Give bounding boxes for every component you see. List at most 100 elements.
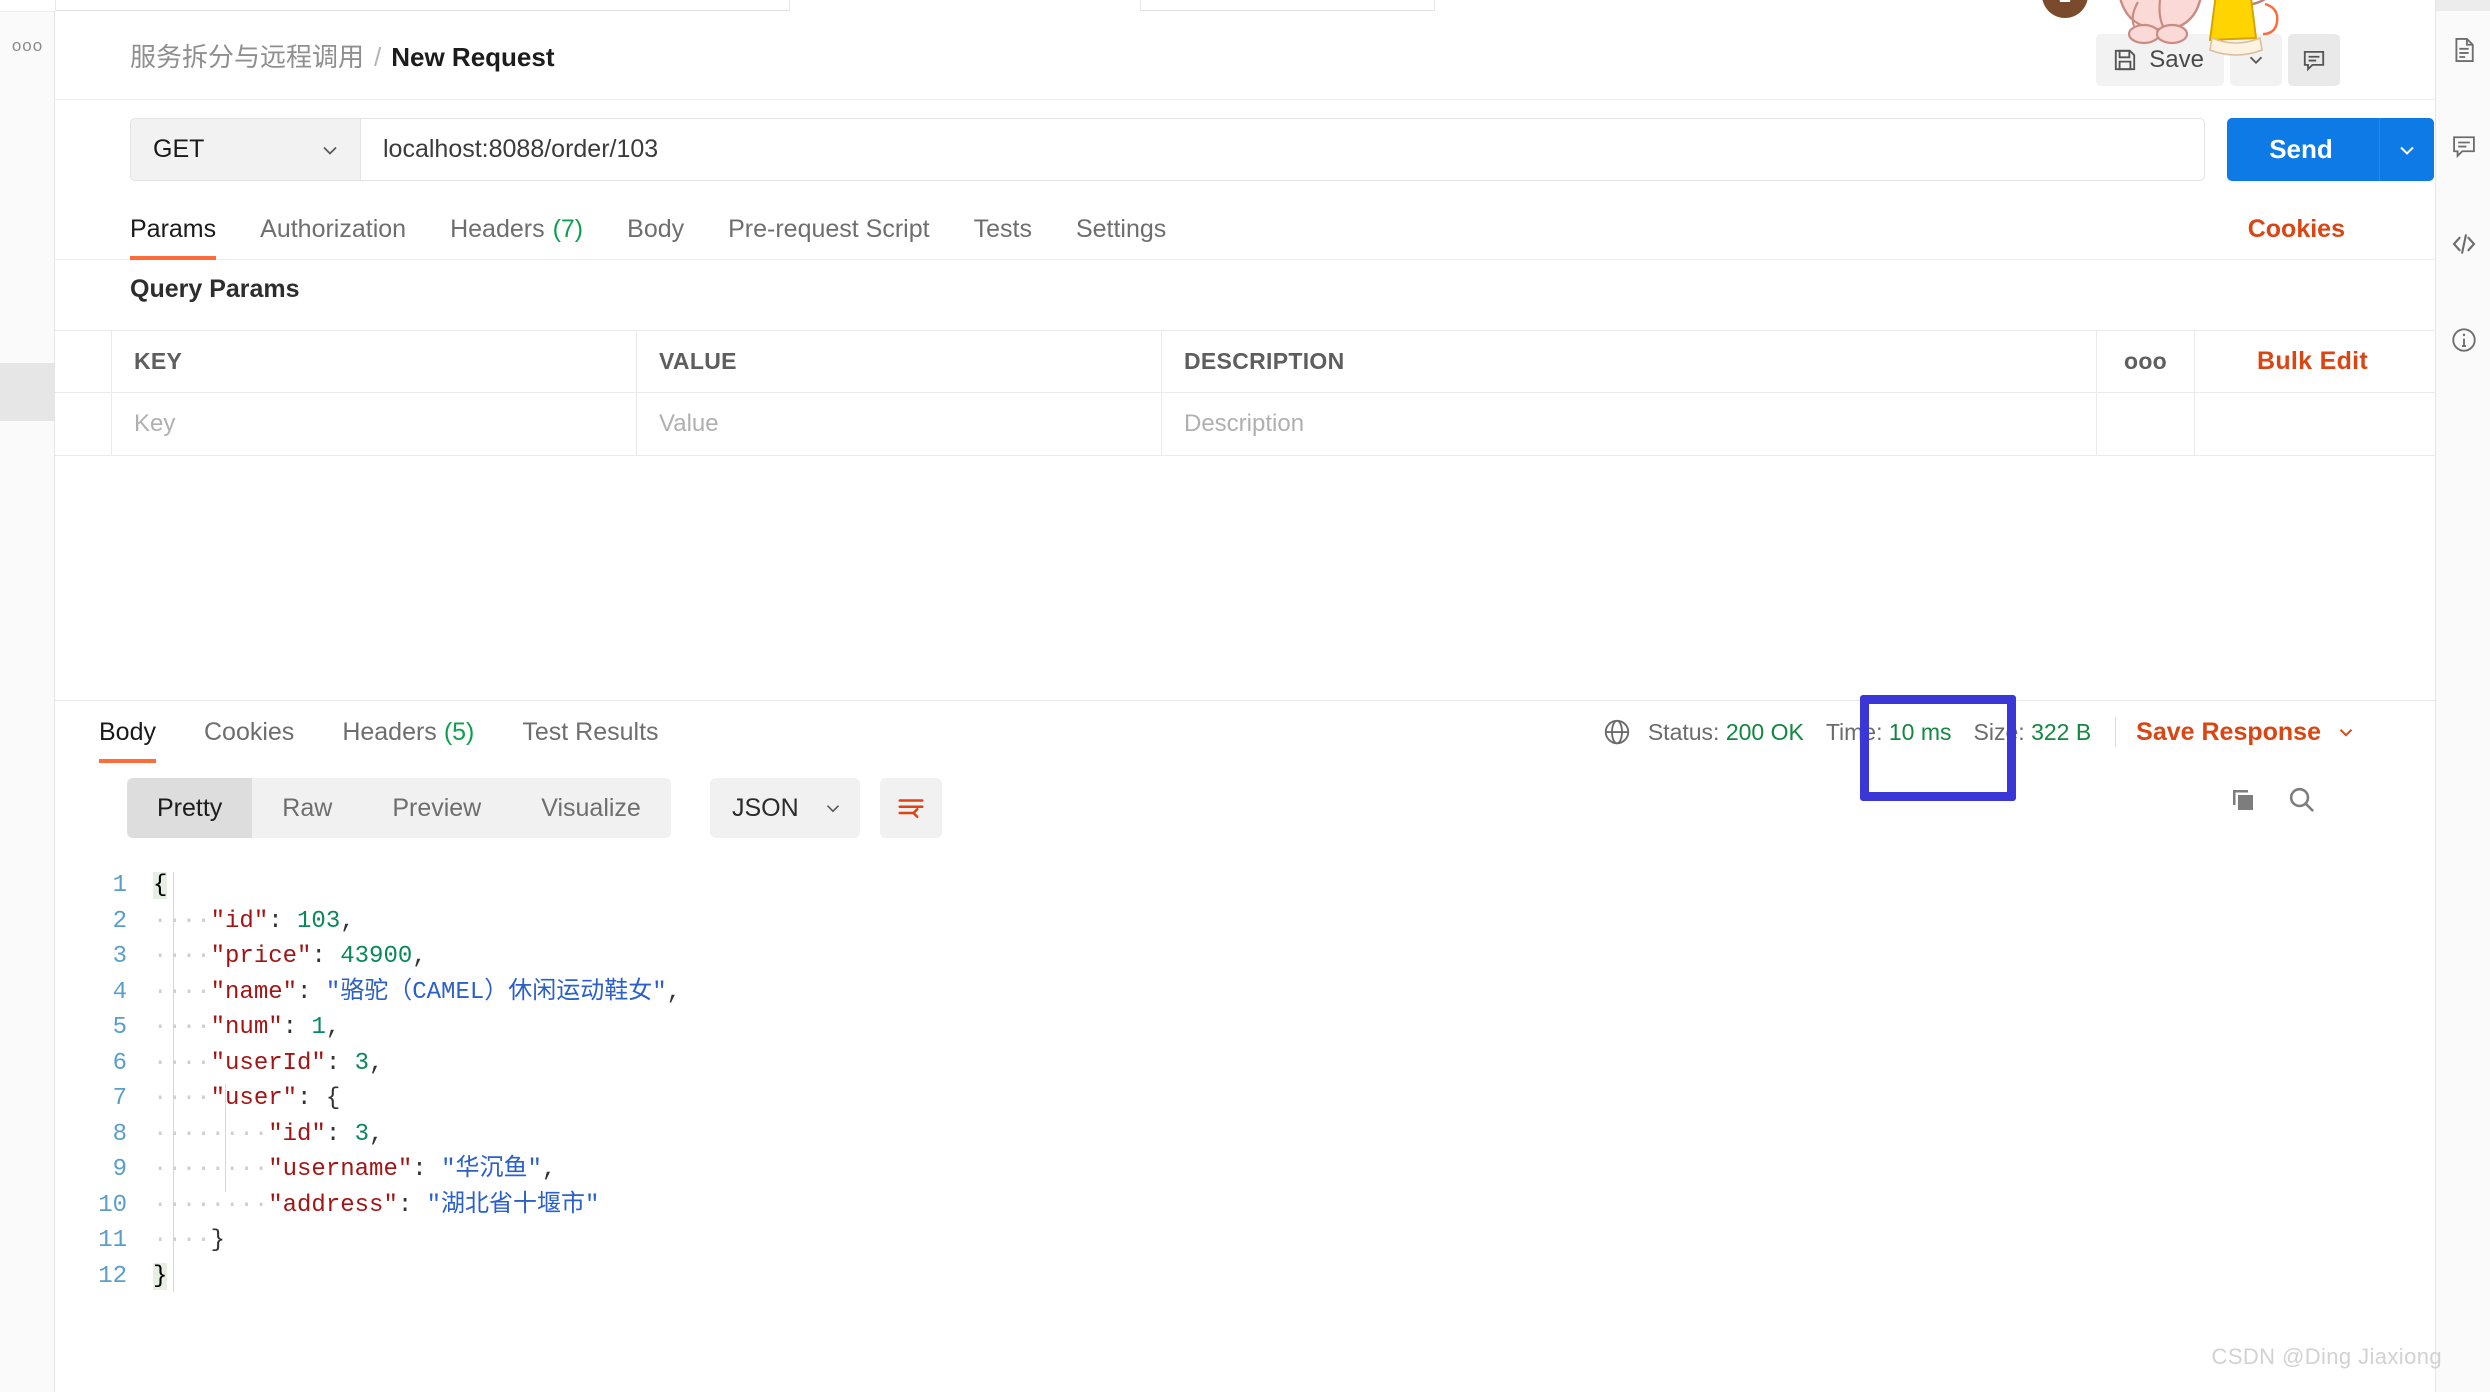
tab-headers-label: Headers	[450, 214, 545, 243]
send-options-caret[interactable]	[2379, 118, 2434, 181]
bulk-edit-cell: Bulk Edit	[2195, 331, 2430, 392]
response-format-select[interactable]: JSON	[710, 778, 860, 838]
code-token: :	[297, 978, 326, 1006]
send-button-label: Send	[2269, 134, 2333, 164]
code-token: :	[282, 1014, 312, 1041]
response-tab-test-results[interactable]: Test Results	[498, 701, 682, 763]
query-params-more-icon[interactable]: ooo	[2097, 331, 2195, 392]
tab-params[interactable]: Params	[130, 198, 238, 260]
code-token: "湖北省十堰市"	[426, 1191, 600, 1219]
tab-settings-label: Settings	[1075, 214, 1167, 243]
code-token: ,	[412, 943, 427, 970]
column-header-key: KEY	[112, 331, 637, 392]
code-line-content: ····}	[145, 1223, 225, 1259]
comment-button[interactable]	[2288, 34, 2340, 86]
response-body-code[interactable]: 1{2 ····"id": 103, 3 ····"price": 43900, 4 ··…	[55, 868, 2385, 1348]
size-value: 322 B	[2031, 718, 2092, 745]
wrap-lines-button[interactable]	[880, 778, 942, 838]
save-dropdown-button[interactable]	[2230, 34, 2282, 86]
response-tab-cookies[interactable]: Cookies	[180, 701, 318, 763]
indent-dots: ····	[153, 1227, 211, 1254]
response-meta: Status: 200 OK Time: 10 ms Size: 322 B S…	[1602, 701, 2357, 763]
query-params-header-row: KEY VALUE DESCRIPTION ooo Bulk Edit	[55, 331, 2490, 393]
view-mode-pretty[interactable]: Pretty	[127, 778, 253, 838]
view-mode-preview-label: Preview	[392, 793, 482, 822]
tab-remnant-right[interactable]	[1140, 0, 1435, 11]
code-line: 11 ····}	[55, 1223, 2385, 1259]
code-line-content: ········"username": "华沉鱼",	[145, 1152, 556, 1188]
code-token: 1	[311, 1014, 326, 1041]
code-token: "username"	[268, 1156, 413, 1183]
copy-button[interactable]	[2228, 785, 2258, 815]
bulk-edit-button[interactable]: Bulk Edit	[2257, 347, 2368, 376]
tab-authorization-label: Authorization	[260, 214, 407, 243]
param-key-input[interactable]: Key	[112, 393, 637, 455]
tab-pre-request-script[interactable]: Pre-request Script	[706, 198, 951, 260]
documentation-icon	[2450, 36, 2478, 64]
code-line-content: ····"user": {	[145, 1081, 340, 1117]
view-mode-raw[interactable]: Raw	[252, 778, 362, 838]
save-response-button[interactable]: Save Response	[2136, 718, 2357, 747]
time-meta: Time: 10 ms	[1826, 719, 1952, 746]
table-row: Key Value Description	[55, 393, 2490, 455]
code-token: ,	[340, 907, 355, 935]
info-button[interactable]	[2436, 312, 2490, 367]
indent-dots: ····	[153, 978, 211, 1006]
row-checkbox-cell[interactable]	[55, 393, 112, 455]
tab-remnant-left[interactable]	[55, 0, 790, 11]
view-mode-visualize[interactable]: Visualize	[511, 778, 671, 838]
view-mode-visualize-label: Visualize	[541, 793, 641, 822]
search-button[interactable]	[2286, 784, 2317, 815]
comments-button[interactable]	[2436, 118, 2490, 173]
code-token: 3	[354, 1120, 370, 1148]
view-mode-pretty-label: Pretty	[157, 793, 223, 822]
status-value: 200 OK	[1725, 718, 1804, 745]
code-snippet-button[interactable]	[2436, 216, 2490, 271]
param-description-input[interactable]: Description	[1162, 393, 2097, 455]
tab-headers[interactable]: Headers (7)	[428, 198, 605, 260]
response-format-value: JSON	[732, 793, 799, 822]
tab-tests[interactable]: Tests	[952, 198, 1054, 260]
tab-settings[interactable]: Settings	[1054, 198, 1188, 260]
code-line: 4 ····"name": "骆驼（CAMEL）休闲运动鞋女",	[55, 975, 2385, 1011]
code-token: "id"	[210, 907, 269, 935]
tab-authorization[interactable]: Authorization	[238, 198, 428, 260]
code-token: }	[153, 1262, 168, 1290]
view-mode-preview[interactable]: Preview	[362, 778, 511, 838]
code-line: 5 ····"num": 1,	[55, 1010, 2385, 1046]
code-token: "user"	[210, 1085, 298, 1112]
meta-divider	[2115, 717, 2117, 747]
url-input[interactable]: localhost:8088/order/103	[360, 118, 2205, 181]
tab-pre-request-script-label: Pre-request Script	[728, 214, 930, 243]
response-tab-headers[interactable]: Headers (5)	[318, 701, 498, 763]
send-button[interactable]: Send	[2227, 118, 2434, 181]
breadcrumb-collection[interactable]: 服务拆分与远程调用	[130, 42, 364, 72]
code-token: {	[325, 1085, 341, 1112]
url-bar-row: GET localhost:8088/order/103 Send	[55, 100, 2435, 198]
documentation-button[interactable]	[2436, 22, 2490, 77]
code-token: "userId"	[210, 1049, 326, 1077]
response-tab-body[interactable]: Body	[75, 701, 180, 763]
response-tab-test-results-label: Test Results	[522, 717, 659, 746]
code-token: ,	[369, 1120, 384, 1148]
save-button[interactable]: Save	[2096, 34, 2224, 86]
info-icon	[2450, 326, 2478, 354]
left-rail-more-icon[interactable]: ooo	[0, 36, 55, 56]
code-token: ,	[541, 1156, 557, 1183]
request-tabs-list: Params Authorization Headers (7) Body Pr…	[130, 198, 1188, 260]
line-number: 10	[98, 1191, 127, 1219]
code-line-content: }	[145, 1259, 168, 1295]
select-all-cell[interactable]	[55, 331, 112, 392]
http-method-select[interactable]: GET	[130, 118, 360, 181]
code-line: 7 ····"user": {	[55, 1081, 2385, 1117]
code-line: 12}	[55, 1259, 2385, 1295]
code-token: 3	[354, 1049, 370, 1077]
cookies-link[interactable]: Cookies	[2248, 198, 2345, 260]
code-token: :	[412, 1156, 442, 1183]
size-meta: Size: 322 B	[1974, 719, 2092, 746]
response-view-mode-group: Pretty Raw Preview Visualize	[127, 778, 671, 838]
indent-dots: ····	[153, 1014, 211, 1041]
param-value-input[interactable]: Value	[637, 393, 1162, 455]
tab-body[interactable]: Body	[605, 198, 706, 260]
indent-dots: ····	[153, 943, 211, 970]
